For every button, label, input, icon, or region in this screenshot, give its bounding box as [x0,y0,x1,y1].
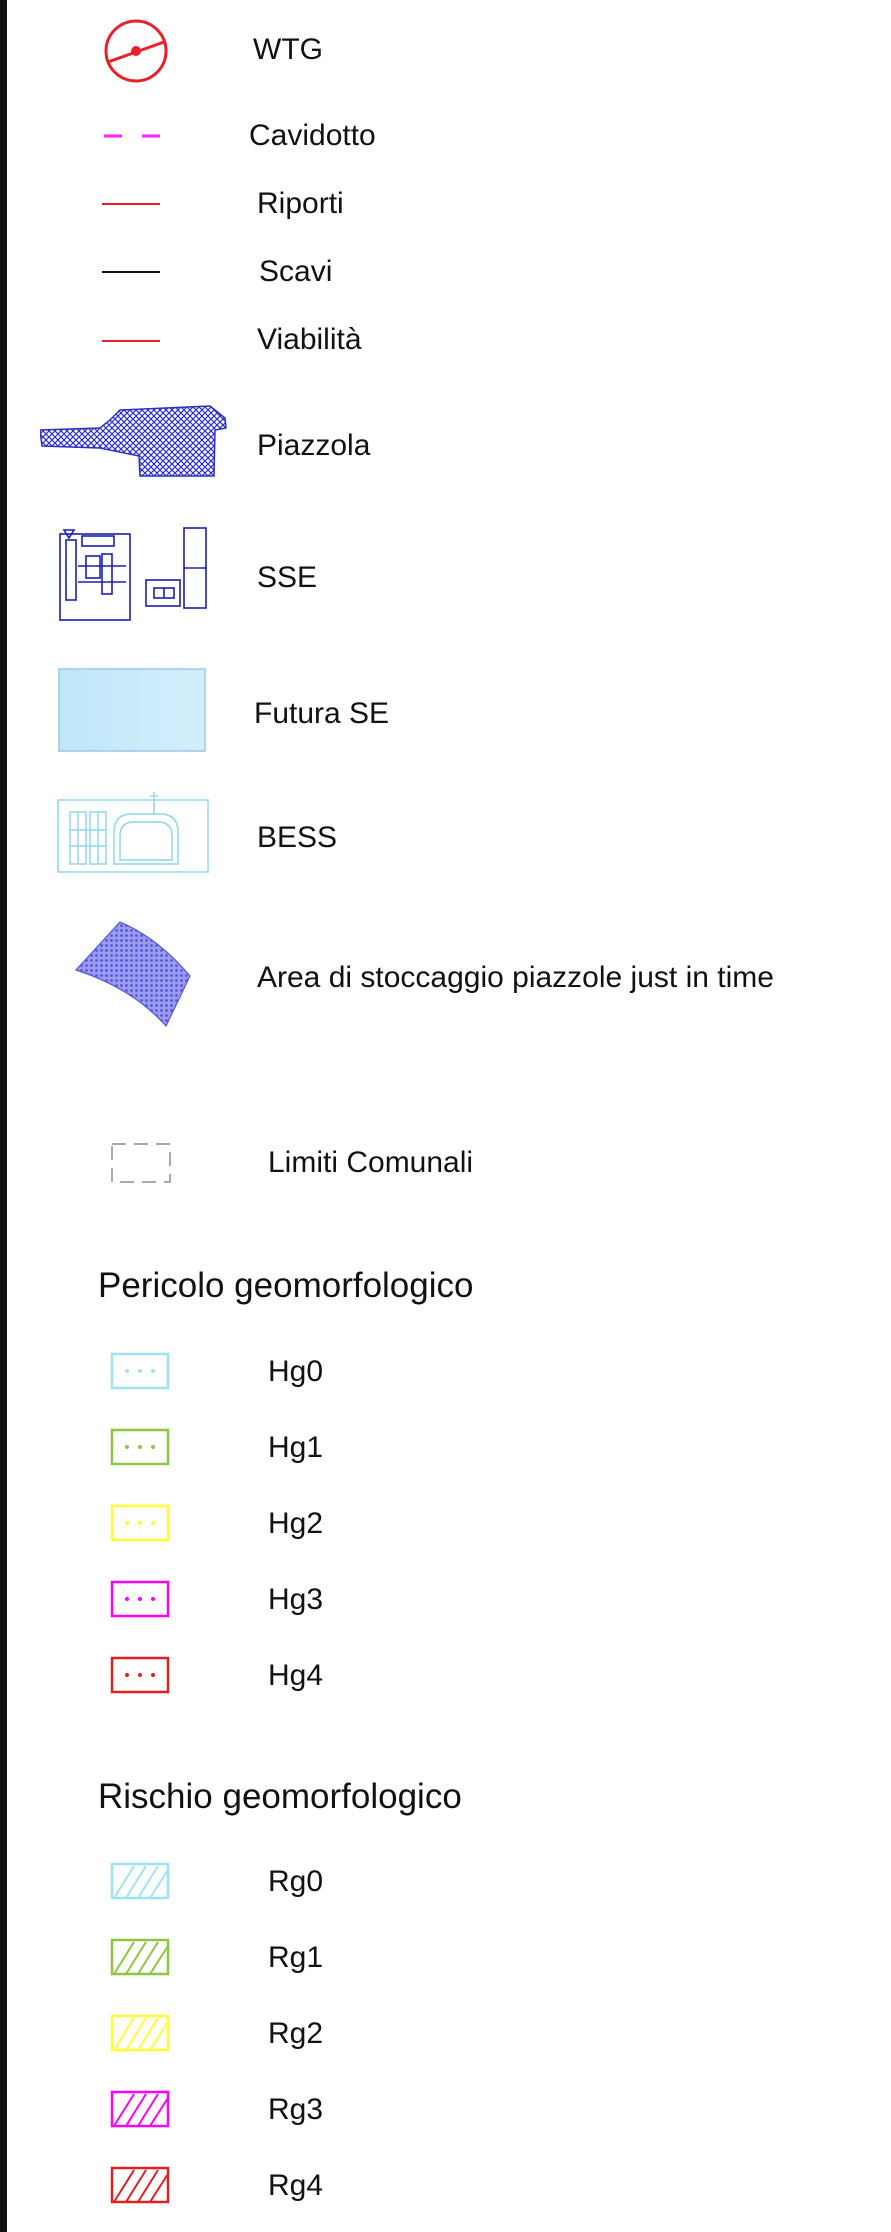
crosshatch-pad-icon [40,404,230,480]
hatched-swatch-icon [110,2014,172,2054]
dotted-swatch-icon [110,1656,172,1696]
legend-label-area-stoccaggio: Area di stoccaggio piazzole just in time [257,961,774,994]
left-edge-strip [0,0,7,2232]
legend-label-limiti-comunali: Limiti Comunali [268,1146,474,1179]
substation-plan-icon [58,526,210,622]
hatched-swatch-icon [110,2166,172,2206]
solid-line-icon [102,270,160,274]
hatched-swatch-icon [110,1938,172,1978]
hatched-swatch-icon [110,1862,172,1902]
light-blue-rect-icon [58,668,208,754]
battery-storage-plan-icon [56,790,212,876]
dashed-rect-icon [110,1142,172,1184]
legend-label-hg0: Hg0 [268,1355,324,1388]
dotted-swatch-icon [110,1352,172,1392]
storage-area-icon [74,918,194,1030]
legend-label-hg3: Hg3 [268,1583,324,1616]
section-title-pericolo: Pericolo geomorfologico [98,1266,474,1305]
wind-turbine-icon [100,18,172,84]
dotted-swatch-icon [110,1580,172,1620]
legend-label-scavi: Scavi [259,255,333,288]
legend-label-rg4: Rg4 [268,2169,324,2202]
legend-label-riporti: Riporti [257,187,344,220]
legend-label-viabilita: Viabilità [257,323,362,356]
dotted-swatch-icon [110,1504,172,1544]
legend-label-cavidotto: Cavidotto [249,119,376,152]
legend-label-rg1: Rg1 [268,1941,324,1974]
legend-label-futura-se: Futura SE [254,697,390,730]
legend-label-rg2: Rg2 [268,2017,324,2050]
solid-line-icon [102,339,160,343]
legend-label-rg3: Rg3 [268,2093,324,2126]
legend-label-hg2: Hg2 [268,1507,324,1540]
legend-label-sse: SSE [257,561,318,594]
legend-label-piazzola: Piazzola [257,429,371,462]
dashed-line-icon [104,132,162,140]
dotted-swatch-icon [110,1428,172,1468]
solid-line-icon [102,202,160,206]
legend-label-bess: BESS [257,821,338,854]
hatched-swatch-icon [110,2090,172,2130]
legend-label-hg1: Hg1 [268,1431,324,1464]
legend-label-wtg: WTG [253,33,323,66]
section-title-rischio: Rischio geomorfologico [98,1777,462,1816]
legend-label-hg4: Hg4 [268,1659,324,1692]
legend-label-rg0: Rg0 [268,1865,324,1898]
